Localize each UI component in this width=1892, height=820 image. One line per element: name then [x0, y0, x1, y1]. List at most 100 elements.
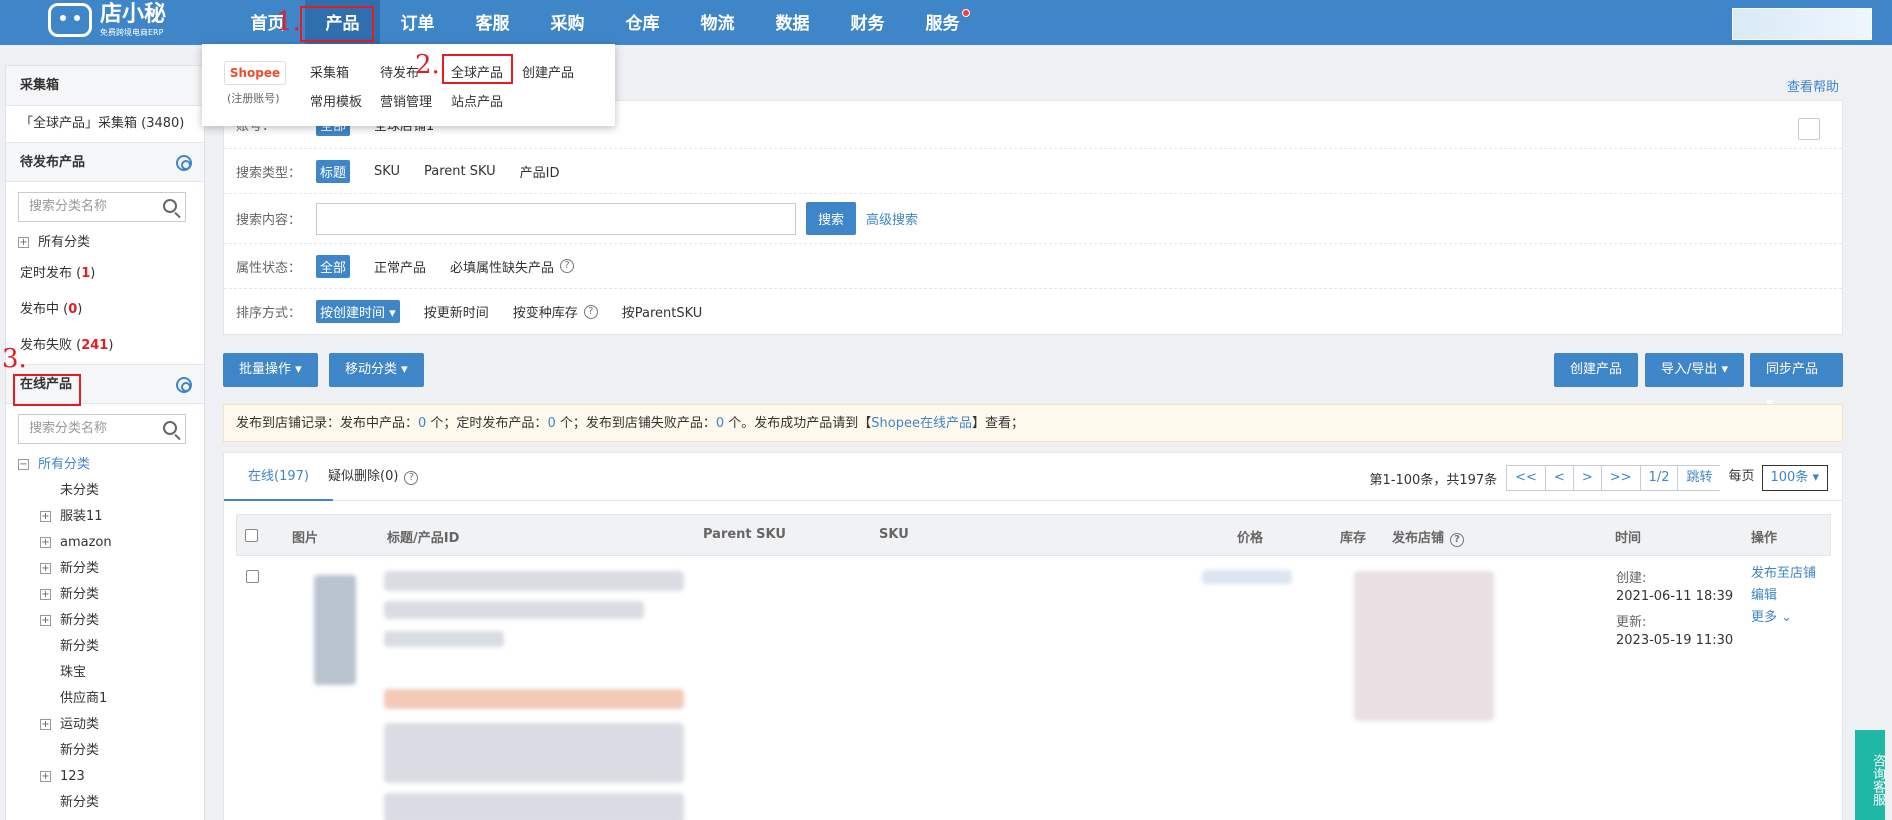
- menu-templates[interactable]: 常用模板: [310, 91, 362, 110]
- question-icon[interactable]: ?: [560, 259, 575, 273]
- pager-last[interactable]: >>: [1600, 465, 1641, 491]
- tree-item[interactable]: + 新分类: [18, 608, 204, 634]
- tree-item[interactable]: 未分类: [18, 478, 204, 504]
- scheduled-publish[interactable]: 定时发布 (1): [6, 256, 204, 292]
- shopee-online-link[interactable]: Shopee在线产品: [871, 416, 972, 431]
- online-category-search[interactable]: 搜索分类名称: [18, 414, 186, 444]
- tree-item[interactable]: +123: [18, 764, 204, 790]
- nav-customer-service[interactable]: 客服: [455, 0, 530, 45]
- expand-plus-icon[interactable]: +: [40, 771, 51, 782]
- pager-first[interactable]: <<: [1506, 465, 1546, 491]
- shopee-logo[interactable]: Shopee: [224, 61, 286, 85]
- help-link[interactable]: 查看帮助: [1787, 76, 1839, 95]
- edit-link[interactable]: 编辑: [1751, 585, 1816, 607]
- sort-created[interactable]: 按创建时间 ▾: [316, 300, 400, 323]
- menu-create-product[interactable]: 创建产品: [522, 62, 574, 81]
- expand-plus-icon[interactable]: +: [40, 589, 51, 600]
- tree-label: amazon: [60, 535, 112, 550]
- menu-pending[interactable]: 待发布: [380, 62, 419, 81]
- search-icon[interactable]: [163, 199, 177, 213]
- product-thumbnail[interactable]: [314, 575, 356, 685]
- publishing-label: 发布中 (: [20, 302, 69, 317]
- nav-services[interactable]: 服务: [905, 0, 980, 45]
- pending-settings-gear-icon[interactable]: [176, 155, 192, 171]
- user-account-box[interactable]: [1732, 8, 1872, 40]
- pending-category-search[interactable]: 搜索分类名称: [18, 192, 186, 222]
- import-export-button[interactable]: 导入/导出 ▾: [1645, 353, 1745, 387]
- attr-missing[interactable]: 必填属性缺失产品: [450, 257, 554, 276]
- batch-operation-button[interactable]: 批量操作 ▾: [223, 353, 318, 387]
- tab-suspected-deleted[interactable]: 疑似删除(0)?: [328, 453, 419, 501]
- notice-t2: 个；定时发布产品：: [426, 416, 548, 431]
- question-icon[interactable]: ?: [583, 304, 598, 319]
- nav-warehouse[interactable]: 仓库: [605, 0, 680, 45]
- search-icon[interactable]: [163, 421, 177, 435]
- tree-item[interactable]: 新分类: [18, 634, 204, 660]
- nav-finance[interactable]: 财务: [830, 0, 905, 45]
- sync-products-button[interactable]: 同步产品 ▾: [1750, 353, 1843, 411]
- move-category-button[interactable]: 移动分类 ▾: [329, 353, 424, 387]
- pager-prev[interactable]: <: [1544, 465, 1574, 491]
- tree-item[interactable]: 供应商1: [18, 686, 204, 712]
- type-title[interactable]: 标题: [316, 159, 351, 183]
- attr-normal[interactable]: 正常产品: [374, 257, 426, 276]
- publish-record-notice: 发布到店铺记录：发布中产品：0 个；定时发布产品：0 个；发布到店铺失败产品：0…: [223, 404, 1843, 442]
- more-link[interactable]: 更多 ⌄: [1751, 607, 1816, 629]
- search-content-input[interactable]: [316, 202, 796, 235]
- pager-per-select[interactable]: 100条 ▾: [1761, 465, 1828, 491]
- collapse-panel-icon[interactable]: [1798, 118, 1820, 140]
- menu-collect-box[interactable]: 采集箱: [310, 62, 349, 81]
- row-checkbox[interactable]: [246, 570, 259, 583]
- pager-page[interactable]: 1/2: [1639, 465, 1679, 491]
- tree-item[interactable]: 新分类: [18, 738, 204, 764]
- nav-purchase[interactable]: 采购: [530, 0, 605, 45]
- tree-item[interactable]: + 运动类: [18, 712, 204, 738]
- action-toolbar: 批量操作 ▾ 移动分类 ▾ 创建产品 导入/导出 ▾ 同步产品 ▾: [223, 353, 1843, 411]
- type-sku[interactable]: SKU: [374, 164, 400, 179]
- publishing[interactable]: 发布中 (0): [6, 292, 204, 328]
- expand-plus-icon[interactable]: +: [40, 719, 51, 730]
- consult-service-button[interactable]: 咨询客服: [1855, 730, 1885, 820]
- type-product-id[interactable]: 产品ID: [520, 162, 560, 181]
- tree-item[interactable]: + 新分类: [18, 556, 204, 582]
- updated-time: 2023-05-19 11:30: [1616, 633, 1734, 648]
- tab-online[interactable]: 在线(197): [224, 453, 333, 501]
- question-icon[interactable]: ?: [404, 471, 419, 485]
- select-all-checkbox[interactable]: [245, 529, 258, 542]
- create-product-button[interactable]: 创建产品: [1554, 353, 1639, 387]
- tree-item[interactable]: − 所有分类: [18, 452, 204, 478]
- tree-item[interactable]: + 新分类: [18, 582, 204, 608]
- app-logo[interactable]: 店小秘 免费跨境电商ERP: [48, 0, 166, 40]
- tree-item[interactable]: + amazon: [18, 530, 204, 556]
- question-icon[interactable]: ?: [1450, 533, 1465, 547]
- sort-updated[interactable]: 按更新时间: [424, 302, 489, 321]
- publish-failed[interactable]: 发布失败 (241): [6, 328, 204, 364]
- pager-next[interactable]: >: [1572, 465, 1602, 491]
- advanced-search-link[interactable]: 高级搜索: [866, 209, 918, 228]
- expand-plus-icon[interactable]: +: [40, 537, 51, 548]
- nav-logistics[interactable]: 物流: [680, 0, 755, 45]
- expand-plus-icon[interactable]: +: [40, 511, 51, 522]
- shopee-note: (注册账号): [227, 92, 280, 105]
- sort-parent-sku[interactable]: 按ParentSKU: [622, 302, 703, 321]
- online-settings-gear-icon[interactable]: [176, 377, 192, 393]
- attr-all[interactable]: 全部: [316, 254, 351, 278]
- menu-site-products[interactable]: 站点产品: [451, 91, 503, 110]
- collapse-minus-icon[interactable]: −: [18, 459, 29, 470]
- tree-item[interactable]: + 服装11: [18, 504, 204, 530]
- pager-jump[interactable]: 跳转: [1677, 465, 1722, 491]
- nav-data[interactable]: 数据: [755, 0, 830, 45]
- sort-stock[interactable]: 按变种库存: [513, 302, 578, 321]
- publish-to-store-link[interactable]: 发布至店铺: [1751, 563, 1816, 585]
- expand-plus-icon[interactable]: +: [18, 237, 29, 248]
- search-button[interactable]: 搜索: [806, 202, 857, 235]
- global-collect-box-link[interactable]: 「全球产品」采集箱 (3480): [6, 106, 204, 142]
- pending-all-category[interactable]: + 所有分类: [18, 230, 204, 256]
- menu-marketing[interactable]: 营销管理: [380, 91, 432, 110]
- type-parent-sku[interactable]: Parent SKU: [424, 164, 496, 179]
- expand-plus-icon[interactable]: +: [40, 615, 51, 626]
- expand-plus-icon[interactable]: +: [40, 563, 51, 574]
- nav-orders[interactable]: 订单: [380, 0, 455, 45]
- tree-item[interactable]: 新分类: [18, 790, 204, 816]
- tree-item[interactable]: 珠宝: [18, 660, 204, 686]
